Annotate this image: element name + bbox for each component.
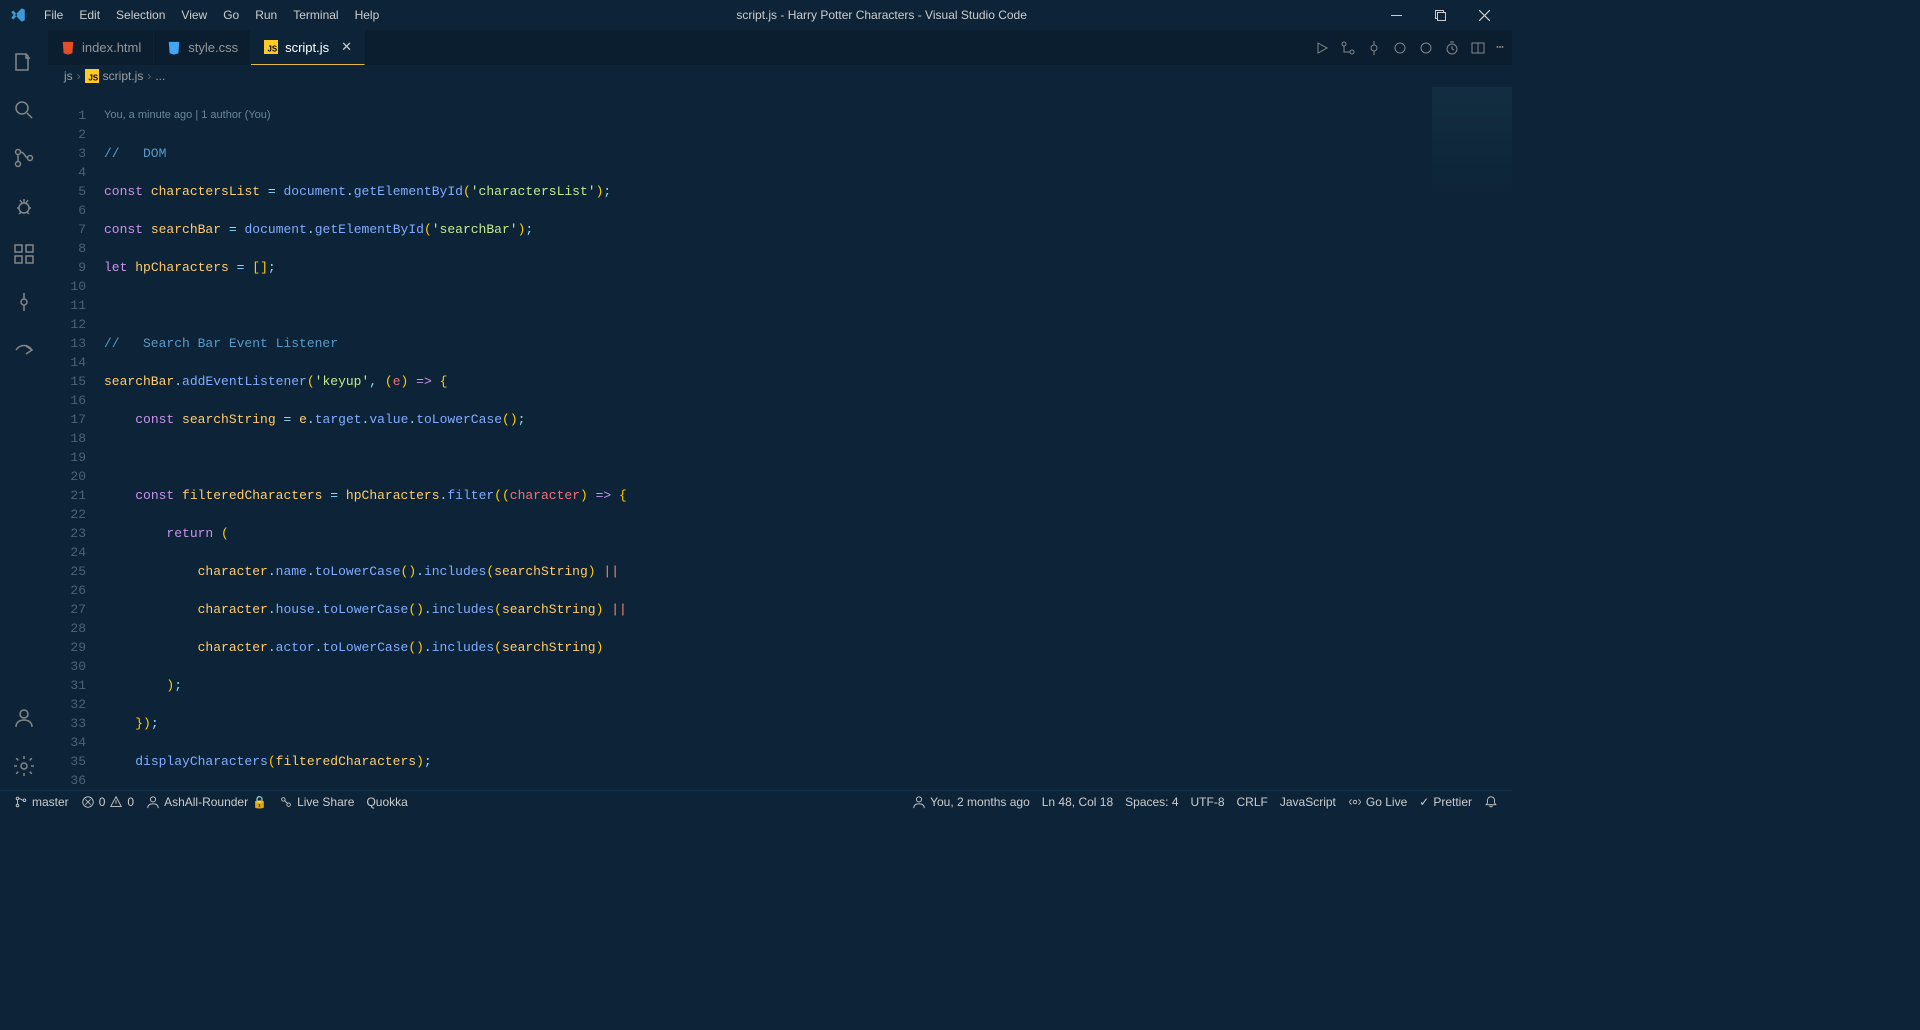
svg-text:JS: JS <box>268 44 278 53</box>
diff-icon[interactable] <box>1340 40 1356 56</box>
language-mode[interactable]: JavaScript <box>1274 795 1342 809</box>
settings-icon[interactable] <box>0 742 48 790</box>
tabs-bar: index.html style.css JS script.js ✕ ⋯ <box>48 30 1512 65</box>
source-control-icon[interactable] <box>0 134 48 182</box>
activity-bar <box>0 30 48 790</box>
share-icon[interactable] <box>0 326 48 374</box>
minimap[interactable] <box>1432 87 1512 227</box>
git-branch[interactable]: master <box>8 795 75 809</box>
editor-actions: ⋯ <box>1314 30 1512 65</box>
menu-run[interactable]: Run <box>247 8 285 22</box>
breadcrumb-item[interactable]: script.js <box>103 69 144 83</box>
tab-label: index.html <box>82 40 141 55</box>
search-icon[interactable] <box>0 86 48 134</box>
codelens[interactable]: You, a minute ago | 1 author (You) <box>104 106 1512 125</box>
debug-icon[interactable] <box>0 182 48 230</box>
minimize-icon[interactable] <box>1376 1 1416 29</box>
notifications-icon[interactable] <box>1478 795 1504 809</box>
editor-body[interactable]: 1234567891011121314151617181920212223242… <box>48 87 1512 790</box>
menu-edit[interactable]: Edit <box>71 8 108 22</box>
maximize-icon[interactable] <box>1420 1 1460 29</box>
menu-selection[interactable]: Selection <box>108 8 173 22</box>
problems[interactable]: 0 0 <box>75 795 140 809</box>
quokka[interactable]: Quokka <box>360 795 413 809</box>
indentation[interactable]: Spaces: 4 <box>1119 795 1184 809</box>
status-bar: master 0 0 AshAll-Rounder 🔒 Live Share Q… <box>0 790 1512 812</box>
breadcrumb-item[interactable]: ... <box>155 69 165 83</box>
user-badge[interactable]: AshAll-Rounder 🔒 <box>140 795 273 809</box>
more-icon[interactable]: ⋯ <box>1496 40 1504 55</box>
gitlens-icon[interactable] <box>0 278 48 326</box>
next-icon[interactable] <box>1418 40 1434 56</box>
vscode-logo-icon <box>8 5 28 25</box>
js-file-icon: JS <box>263 39 279 55</box>
code-editor[interactable]: You, a minute ago | 1 author (You) // DO… <box>104 87 1512 790</box>
encoding[interactable]: UTF-8 <box>1185 795 1231 809</box>
tab-label: script.js <box>285 40 329 55</box>
prev-icon[interactable] <box>1392 40 1408 56</box>
menu-file[interactable]: File <box>36 8 71 22</box>
title-bar: File Edit Selection View Go Run Terminal… <box>0 0 1512 30</box>
menu-go[interactable]: Go <box>215 8 247 22</box>
run-icon[interactable] <box>1314 40 1330 56</box>
tab-index-html[interactable]: index.html <box>48 30 154 65</box>
account-icon[interactable] <box>0 694 48 742</box>
tab-style-css[interactable]: style.css <box>154 30 251 65</box>
git-blame[interactable]: You, 2 months ago <box>906 795 1036 809</box>
close-icon[interactable] <box>1464 1 1504 29</box>
css-file-icon <box>166 40 182 56</box>
timer-icon[interactable] <box>1444 40 1460 56</box>
prettier[interactable]: ✓Prettier <box>1413 795 1478 809</box>
breadcrumbs[interactable]: js › JS script.js › ... <box>48 65 1512 87</box>
eol[interactable]: CRLF <box>1231 795 1274 809</box>
tab-label: style.css <box>188 40 238 55</box>
line-gutter: 1234567891011121314151617181920212223242… <box>48 87 104 790</box>
go-live[interactable]: Go Live <box>1342 795 1413 809</box>
chevron-right-icon: › <box>147 69 151 83</box>
menu-view[interactable]: View <box>173 8 215 22</box>
chevron-right-icon: › <box>77 69 81 83</box>
window-title: script.js - Harry Potter Characters - Vi… <box>387 8 1376 22</box>
explorer-icon[interactable] <box>0 38 48 86</box>
js-file-icon: JS <box>85 69 99 83</box>
close-tab-icon[interactable]: ✕ <box>341 39 352 55</box>
svg-text:JS: JS <box>88 73 98 82</box>
menu-help[interactable]: Help <box>347 8 388 22</box>
menu-terminal[interactable]: Terminal <box>285 8 346 22</box>
extensions-icon[interactable] <box>0 230 48 278</box>
split-editor-icon[interactable] <box>1470 40 1486 56</box>
html-file-icon <box>60 40 76 56</box>
breadcrumb-item[interactable]: js <box>64 69 73 83</box>
commit-icon[interactable] <box>1366 40 1382 56</box>
cursor-position[interactable]: Ln 48, Col 18 <box>1036 795 1119 809</box>
live-share[interactable]: Live Share <box>273 795 360 809</box>
tab-script-js[interactable]: JS script.js ✕ <box>251 30 365 65</box>
